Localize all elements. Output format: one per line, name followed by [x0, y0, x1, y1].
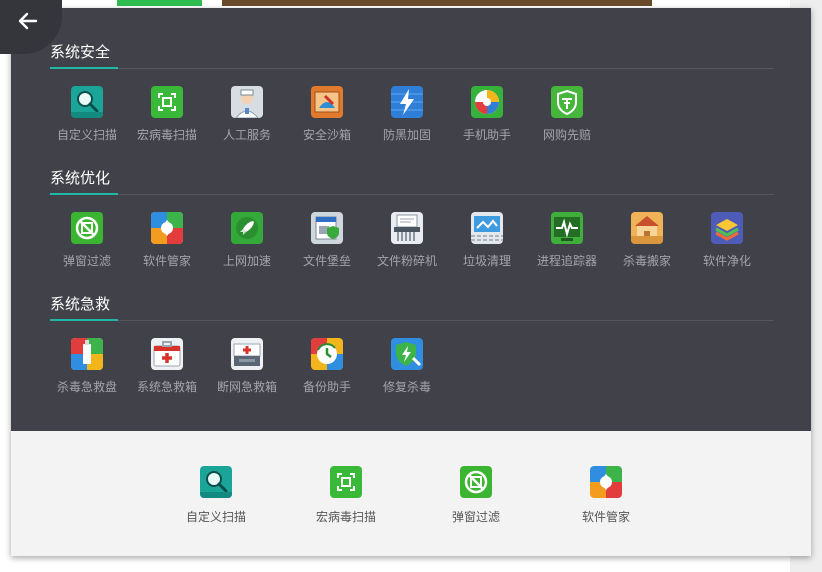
- popup-filter-icon: [71, 212, 103, 244]
- sandbox-icon: [311, 86, 343, 118]
- quick-label: 自定义扫描: [185, 510, 246, 524]
- tool-label: 自定义扫描: [56, 128, 117, 142]
- tool-junk-cleanup[interactable]: 垃圾清理: [447, 212, 527, 269]
- section-title-optimize: 系统优化: [50, 169, 111, 187]
- shopping-shield-icon: [551, 86, 583, 118]
- tool-label: 网购先赔: [542, 128, 591, 142]
- tool-label: 软件管家: [142, 254, 191, 268]
- phone-assistant-icon: [471, 86, 503, 118]
- macro-scan-icon: [330, 466, 362, 498]
- section-divider: [50, 68, 774, 69]
- cleanup-icon: [471, 212, 503, 244]
- tool-online-shopping-guarantee[interactable]: 网购先赔: [527, 86, 607, 143]
- tool-label: 手机助手: [462, 128, 511, 142]
- magnifier-icon: [71, 86, 103, 118]
- quick-popup-filter[interactable]: 弹窗过滤: [436, 466, 516, 525]
- tool-label: 进程追踪器: [536, 254, 597, 268]
- back-arrow-icon: [18, 12, 38, 30]
- lightning-shield-icon: [391, 86, 423, 118]
- rescue-usb-icon: [71, 338, 103, 370]
- section-accent-line: [50, 67, 118, 69]
- tool-rescue-disk[interactable]: 杀毒急救盘: [47, 338, 127, 395]
- quick-software-manager[interactable]: 软件管家: [566, 466, 646, 525]
- tool-anti-hack[interactable]: 防黑加固: [367, 86, 447, 143]
- backup-icon: [311, 338, 343, 370]
- magnifier-icon: [200, 466, 232, 498]
- section-divider: [50, 320, 774, 321]
- offline-aid-kit-icon: [231, 338, 263, 370]
- quick-label: 软件管家: [581, 510, 630, 524]
- tool-label: 软件净化: [702, 254, 751, 268]
- tool-offline-first-aid[interactable]: 断网急救箱: [207, 338, 287, 395]
- tool-repair-antivirus[interactable]: 修复杀毒: [367, 338, 447, 395]
- software-manager-icon: [590, 466, 622, 498]
- tool-label: 上网加速: [222, 254, 271, 268]
- section-title-security: 系统安全: [50, 43, 111, 61]
- tool-process-tracker[interactable]: 进程追踪器: [527, 212, 607, 269]
- shredder-icon: [391, 212, 423, 244]
- quick-label: 宏病毒扫描: [315, 510, 376, 524]
- macro-scan-icon: [151, 86, 183, 118]
- tool-label: 文件堡垒: [302, 254, 351, 268]
- quick-custom-scan[interactable]: 自定义扫描: [176, 466, 256, 525]
- section-accent-line: [50, 319, 118, 321]
- process-tracker-icon: [551, 212, 583, 244]
- tool-label: 断网急救箱: [216, 380, 277, 394]
- tool-label: 人工服务: [222, 128, 271, 142]
- tool-backup-assistant[interactable]: 备份助手: [287, 338, 367, 395]
- section-title-rescue: 系统急救: [50, 295, 111, 313]
- tool-software-purify[interactable]: 软件净化: [687, 212, 767, 269]
- first-aid-kit-icon: [151, 338, 183, 370]
- tool-network-boost[interactable]: 上网加速: [207, 212, 287, 269]
- quick-label: 弹窗过滤: [451, 510, 500, 524]
- layers-icon: [711, 212, 743, 244]
- section-accent-line: [50, 193, 118, 195]
- tool-popup-filter[interactable]: 弹窗过滤: [47, 212, 127, 269]
- tool-custom-scan[interactable]: 自定义扫描: [47, 86, 127, 143]
- tool-sandbox[interactable]: 安全沙箱: [287, 86, 367, 143]
- tool-macro-scan[interactable]: 宏病毒扫描: [127, 86, 207, 143]
- tool-label: 修复杀毒: [382, 380, 431, 394]
- tool-label: 弹窗过滤: [62, 254, 111, 268]
- tool-label: 杀毒搬家: [622, 254, 671, 268]
- house-move-icon: [631, 212, 663, 244]
- repair-shield-icon: [391, 338, 423, 370]
- doctor-icon: [231, 86, 263, 118]
- tool-antivirus-relocate[interactable]: 杀毒搬家: [607, 212, 687, 269]
- tool-label: 垃圾清理: [462, 254, 511, 268]
- tool-label: 宏病毒扫描: [136, 128, 197, 142]
- section-divider: [50, 194, 774, 195]
- tool-software-manager[interactable]: 软件管家: [127, 212, 207, 269]
- toolbox-panel: 系统安全 系统优化 系统急救 自定义扫描 宏病毒扫描 人工服务 安全沙箱 防黑加…: [0, 0, 811, 556]
- tool-label: 系统急救箱: [136, 380, 197, 394]
- background-banner: [222, 0, 652, 6]
- popup-filter-icon: [460, 466, 492, 498]
- software-manager-icon: [151, 212, 183, 244]
- rocket-icon: [231, 212, 263, 244]
- tool-label: 杀毒急救盘: [56, 380, 117, 394]
- tool-label: 备份助手: [302, 380, 351, 394]
- tool-label: 防黑加固: [382, 128, 431, 142]
- quick-macro-scan[interactable]: 宏病毒扫描: [306, 466, 386, 525]
- background-green-button: [117, 0, 202, 6]
- tool-human-service[interactable]: 人工服务: [207, 86, 287, 143]
- toolbox-dark-area: 系统安全 系统优化 系统急救 自定义扫描 宏病毒扫描 人工服务 安全沙箱 防黑加…: [0, 0, 811, 431]
- file-fortress-icon: [311, 212, 343, 244]
- tool-file-shredder[interactable]: 文件粉碎机: [367, 212, 447, 269]
- tool-phone-assistant[interactable]: 手机助手: [447, 86, 527, 143]
- tool-file-fortress[interactable]: 文件堡垒: [287, 212, 367, 269]
- tool-label: 安全沙箱: [302, 128, 351, 142]
- tool-system-first-aid[interactable]: 系统急救箱: [127, 338, 207, 395]
- tool-label: 文件粉碎机: [376, 254, 437, 268]
